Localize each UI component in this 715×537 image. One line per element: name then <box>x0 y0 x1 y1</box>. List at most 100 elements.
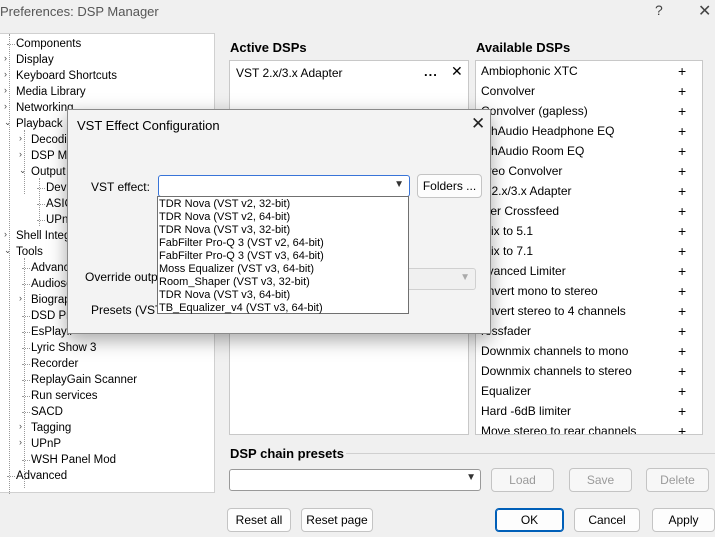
delete-button[interactable]: Delete <box>646 468 709 492</box>
available-dsp-item[interactable]: onvert mono to stereo + <box>476 281 702 301</box>
load-button[interactable]: Load <box>491 468 554 492</box>
add-dsp-button[interactable]: + <box>678 381 686 401</box>
tree-item[interactable]: Shell Integ <box>16 228 70 244</box>
dialog-close-button[interactable]: ✕ <box>471 114 485 134</box>
tree-item[interactable]: SACD <box>31 404 63 420</box>
add-dsp-button[interactable]: + <box>678 61 686 81</box>
available-dsp-item[interactable]: Downmix channels to stereo + <box>476 361 702 381</box>
add-dsp-button[interactable]: + <box>678 81 686 101</box>
tree-item[interactable]: Keyboard Shortcuts <box>16 68 117 84</box>
add-dsp-button[interactable]: + <box>678 161 686 181</box>
available-dsp-item[interactable]: T 2.x/3.x Adapter + <box>476 181 702 201</box>
reset-all-button[interactable]: Reset all <box>227 508 291 532</box>
chevron-right-icon[interactable]: › <box>19 149 27 159</box>
tree-item[interactable]: Audiosc <box>31 276 72 292</box>
folders-button[interactable]: Folders ... <box>417 174 482 198</box>
add-dsp-button[interactable]: + <box>678 281 686 301</box>
tree-item[interactable]: Recorder <box>31 356 78 372</box>
vst-option[interactable]: Moss Equalizer (VST v3, 64-bit) <box>159 263 314 276</box>
tree-item[interactable]: Tagging <box>31 420 71 436</box>
tree-item[interactable]: Components <box>16 36 81 52</box>
available-dsp-item[interactable]: Equalizer + <box>476 381 702 401</box>
chevron-down-icon[interactable]: ⌄ <box>4 117 12 128</box>
available-dsps-list[interactable]: Ambiophonic XTC + Convolver + Convolver (gap… <box>475 60 703 435</box>
remove-dsp-button[interactable]: ✕ <box>451 63 463 80</box>
vst-option[interactable]: FabFilter Pro-Q 3 (VST v3, 64-bit) <box>159 250 324 263</box>
ok-button[interactable]: OK <box>495 508 564 532</box>
add-dsp-button[interactable]: + <box>678 401 686 421</box>
save-button[interactable]: Save <box>569 468 632 492</box>
chevron-right-icon[interactable]: › <box>4 85 12 95</box>
vst-option[interactable]: Room_Shaper (VST v3, 32-bit) <box>159 276 310 289</box>
tree-item[interactable]: Output <box>31 164 66 180</box>
available-dsp-item[interactable]: ereo Convolver + <box>476 161 702 181</box>
tree-item[interactable]: Tools <box>16 244 43 260</box>
available-dsp-item[interactable]: Ambiophonic XTC + <box>476 61 702 81</box>
available-dsp-item[interactable]: rossfader + <box>476 321 702 341</box>
tree-item[interactable]: Biograp <box>31 292 71 308</box>
tree-item[interactable]: Media Library <box>16 84 86 100</box>
available-dsp-item[interactable]: athAudio Room EQ + <box>476 141 702 161</box>
close-button[interactable]: ✕ <box>698 1 711 21</box>
chevron-right-icon[interactable]: › <box>4 53 12 63</box>
add-dsp-button[interactable]: + <box>678 421 686 434</box>
vst-effect-dropdown[interactable]: TDR Nova (VST v2, 32-bit) TDR Nova (VST v… <box>157 196 409 314</box>
vst-option[interactable]: FabFilter Pro-Q 3 (VST v2, 64-bit) <box>159 237 324 250</box>
add-dsp-button[interactable]: + <box>678 181 686 201</box>
available-dsp-item[interactable]: Downmix channels to mono + <box>476 341 702 361</box>
cancel-button[interactable]: Cancel <box>574 508 640 532</box>
tree-item[interactable]: UPnP <box>31 436 61 452</box>
configure-dsp-button[interactable]: ... <box>424 64 438 79</box>
available-dsp-item[interactable]: mix to 5.1 + <box>476 221 702 241</box>
tree-item[interactable]: Devi <box>46 180 69 196</box>
add-dsp-button[interactable]: + <box>678 141 686 161</box>
vst-option[interactable]: TDR Nova (VST v3, 64-bit) <box>159 289 290 302</box>
help-button[interactable]: ? <box>655 2 663 18</box>
add-dsp-button[interactable]: + <box>678 101 686 121</box>
tree-item[interactable]: Advanc <box>31 260 69 276</box>
available-dsp-item[interactable]: Move stereo to rear channels + <box>476 421 702 434</box>
chevron-down-icon[interactable]: ⌄ <box>4 245 12 256</box>
add-dsp-button[interactable]: + <box>678 321 686 341</box>
chevron-right-icon[interactable]: › <box>4 229 12 239</box>
vst-option[interactable]: TDR Nova (VST v2, 64-bit) <box>159 211 290 224</box>
add-dsp-button[interactable]: + <box>678 241 686 261</box>
chevron-right-icon[interactable]: › <box>4 101 12 111</box>
available-dsp-item[interactable]: athAudio Headphone EQ + <box>476 121 702 141</box>
vst-option[interactable]: TDR Nova (VST v3, 32-bit) <box>159 224 290 237</box>
add-dsp-button[interactable]: + <box>678 121 686 141</box>
add-dsp-button[interactable]: + <box>678 361 686 381</box>
chevron-right-icon[interactable]: › <box>19 437 27 447</box>
available-dsp-item[interactable]: eier Crossfeed + <box>476 201 702 221</box>
tree-item[interactable]: Playback <box>16 116 63 132</box>
add-dsp-button[interactable]: + <box>678 261 686 281</box>
apply-button[interactable]: Apply <box>652 508 715 532</box>
tree-item[interactable]: WSH Panel Mod <box>31 452 116 468</box>
active-dsp-item[interactable]: VST 2.x/3.x Adapter <box>236 66 343 80</box>
available-dsp-item[interactable]: Hard -6dB limiter + <box>476 401 702 421</box>
add-dsp-button[interactable]: + <box>678 301 686 321</box>
tree-item[interactable]: EsPlayli <box>31 324 72 340</box>
chevron-right-icon[interactable]: › <box>19 293 27 303</box>
reset-page-button[interactable]: Reset page <box>301 508 373 532</box>
tree-item[interactable]: Networking <box>16 100 74 116</box>
add-dsp-button[interactable]: + <box>678 201 686 221</box>
chevron-right-icon[interactable]: › <box>4 69 12 79</box>
vst-option[interactable]: TDR Nova (VST v2, 32-bit) <box>159 198 290 211</box>
tree-item[interactable]: Run services <box>31 388 97 404</box>
chevron-right-icon[interactable]: › <box>19 421 27 431</box>
preset-combo[interactable]: ▼ <box>229 469 481 491</box>
tree-item[interactable]: Display <box>16 52 54 68</box>
available-dsp-item[interactable]: Convolver (gapless) + <box>476 101 702 121</box>
chevron-right-icon[interactable]: › <box>19 133 27 143</box>
available-dsp-item[interactable]: dvanced Limiter + <box>476 261 702 281</box>
vst-effect-combo[interactable]: ▼ <box>158 175 410 197</box>
tree-item[interactable]: Lyric Show 3 <box>31 340 96 356</box>
chevron-down-icon[interactable]: ⌄ <box>19 165 27 176</box>
add-dsp-button[interactable]: + <box>678 341 686 361</box>
available-dsp-item[interactable]: mix to 7.1 + <box>476 241 702 261</box>
vst-option[interactable]: TB_Equalizer_v4 (VST v3, 64-bit) <box>159 302 323 315</box>
add-dsp-button[interactable]: + <box>678 221 686 241</box>
available-dsp-item[interactable]: onvert stereo to 4 channels + <box>476 301 702 321</box>
tree-item[interactable]: ReplayGain Scanner <box>31 372 137 388</box>
